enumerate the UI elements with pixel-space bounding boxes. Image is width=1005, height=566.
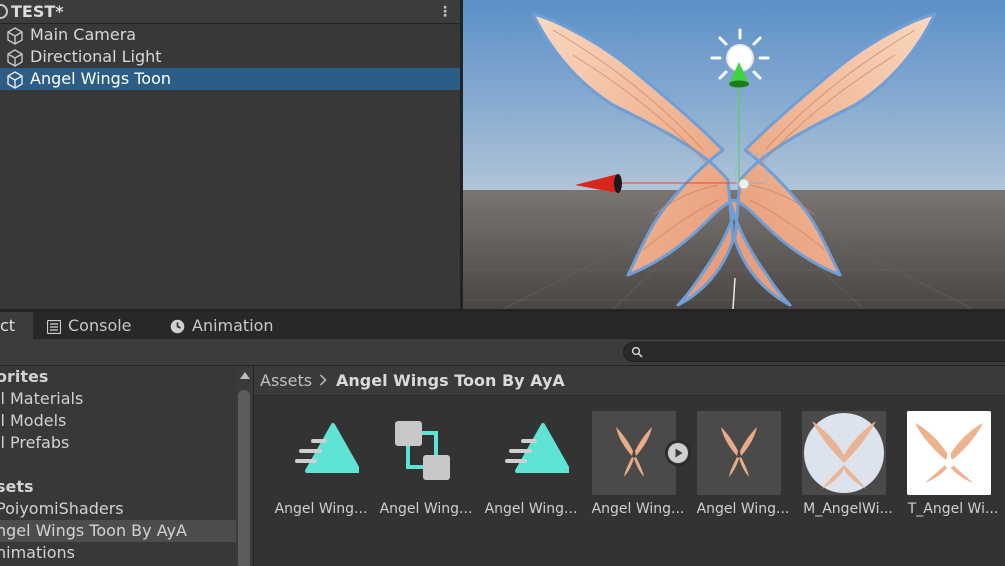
gameobject-cube-icon	[7, 49, 23, 67]
console-icon	[47, 319, 61, 334]
tab-project[interactable]: ct	[0, 312, 33, 339]
asset-label: Angel Wing...	[274, 501, 368, 517]
animation-clock-icon	[170, 319, 185, 334]
search-input[interactable]	[623, 342, 1005, 362]
asset-label: T_Angel Wi...	[907, 501, 999, 517]
search-icon	[631, 346, 643, 358]
animation-clip-icon	[505, 423, 569, 473]
project-folder-tree: orites ll Materials ll Models ll Prefabs…	[0, 366, 236, 566]
tab-animation[interactable]: Animation	[170, 312, 290, 339]
tab-label: Animation	[192, 316, 274, 335]
assets-grid-panel: Assets Angel Wings Toon By AyA Angel Win…	[254, 366, 1005, 566]
asset-label: Angel Wing...	[696, 501, 790, 517]
scene-title[interactable]: TEST*	[11, 2, 64, 21]
more-options-icon[interactable]: ⋮	[438, 4, 452, 20]
wings-mesh-icon	[697, 411, 781, 495]
asset-item[interactable]: Angel Wing...	[689, 411, 789, 521]
breadcrumb-current-folder[interactable]: Angel Wings Toon By AyA	[336, 370, 565, 392]
asset-item[interactable]: M_AngelWi...	[794, 411, 893, 521]
tree-item-all-materials[interactable]: ll Materials	[0, 388, 236, 410]
unity-scene-icon	[0, 4, 8, 19]
scroll-up-arrow-icon[interactable]	[240, 372, 250, 379]
texture-icon	[907, 411, 991, 495]
tree-item-all-prefabs[interactable]: ll Prefabs	[0, 432, 236, 454]
asset-item[interactable]: Angel Wing...	[584, 411, 684, 521]
asset-label: Angel Wing...	[379, 501, 473, 517]
tree-favorites-header[interactable]: orites	[0, 366, 236, 388]
asset-item[interactable]: Angel Wing...	[477, 411, 577, 521]
asset-label: Angel Wing...	[484, 501, 578, 517]
tab-console[interactable]: Console	[47, 312, 159, 339]
breadcrumb-assets[interactable]: Assets	[260, 370, 312, 392]
scene-viewport-render	[463, 0, 1005, 309]
asset-item[interactable]: Angel Wing...	[372, 411, 472, 521]
play-icon	[668, 443, 688, 463]
bottom-tab-bar: ct Console Animation	[0, 312, 1005, 339]
animation-clip-icon	[295, 423, 359, 473]
folder-tree-scrollbar[interactable]	[236, 366, 254, 566]
hierarchy-item-directional-light[interactable]: Directional Light	[0, 46, 460, 68]
scrollbar-thumb[interactable]	[238, 390, 250, 566]
tree-item-all-models[interactable]: ll Models	[0, 410, 236, 432]
tree-item-animations[interactable]: nimations	[0, 542, 236, 564]
project-toolbar	[0, 339, 1005, 366]
breadcrumb: Assets Angel Wings Toon By AyA	[254, 366, 1005, 396]
asset-item[interactable]: Angel Wing...	[267, 411, 367, 521]
hierarchy-item-label: Directional Light	[30, 47, 162, 66]
material-sphere-icon	[802, 411, 886, 495]
gameobject-cube-icon	[7, 27, 23, 45]
asset-label: Angel Wing...	[591, 501, 685, 517]
tree-item-angel-wings-toon[interactable]: ngel Wings Toon By AyA	[0, 520, 236, 542]
asset-label: M_AngelWi...	[803, 501, 893, 517]
animator-controller-icon	[395, 421, 450, 480]
scene-view[interactable]	[463, 0, 1005, 309]
hierarchy-header: TEST* ⋮	[0, 0, 460, 24]
hierarchy-panel: TEST* ⋮ Main Camera Directional Light An…	[0, 0, 460, 309]
gameobject-cube-icon	[7, 71, 23, 89]
expand-asset-button[interactable]	[665, 440, 691, 466]
tree-assets-header[interactable]: sets	[0, 476, 236, 498]
wings-model-icon	[592, 411, 676, 495]
hierarchy-item-label: Main Camera	[30, 25, 137, 44]
hierarchy-item-main-camera[interactable]: Main Camera	[0, 24, 460, 46]
tab-label: Console	[68, 316, 132, 335]
hierarchy-item-angel-wings-toon[interactable]: Angel Wings Toon	[0, 68, 460, 90]
tab-label: ct	[0, 316, 16, 335]
chevron-right-icon	[319, 374, 327, 386]
hierarchy-item-label: Angel Wings Toon	[30, 69, 172, 88]
asset-item[interactable]: T_Angel Wi...	[899, 411, 998, 521]
tree-item-poiyomi-shaders[interactable]: PoiyomiShaders	[0, 498, 236, 520]
